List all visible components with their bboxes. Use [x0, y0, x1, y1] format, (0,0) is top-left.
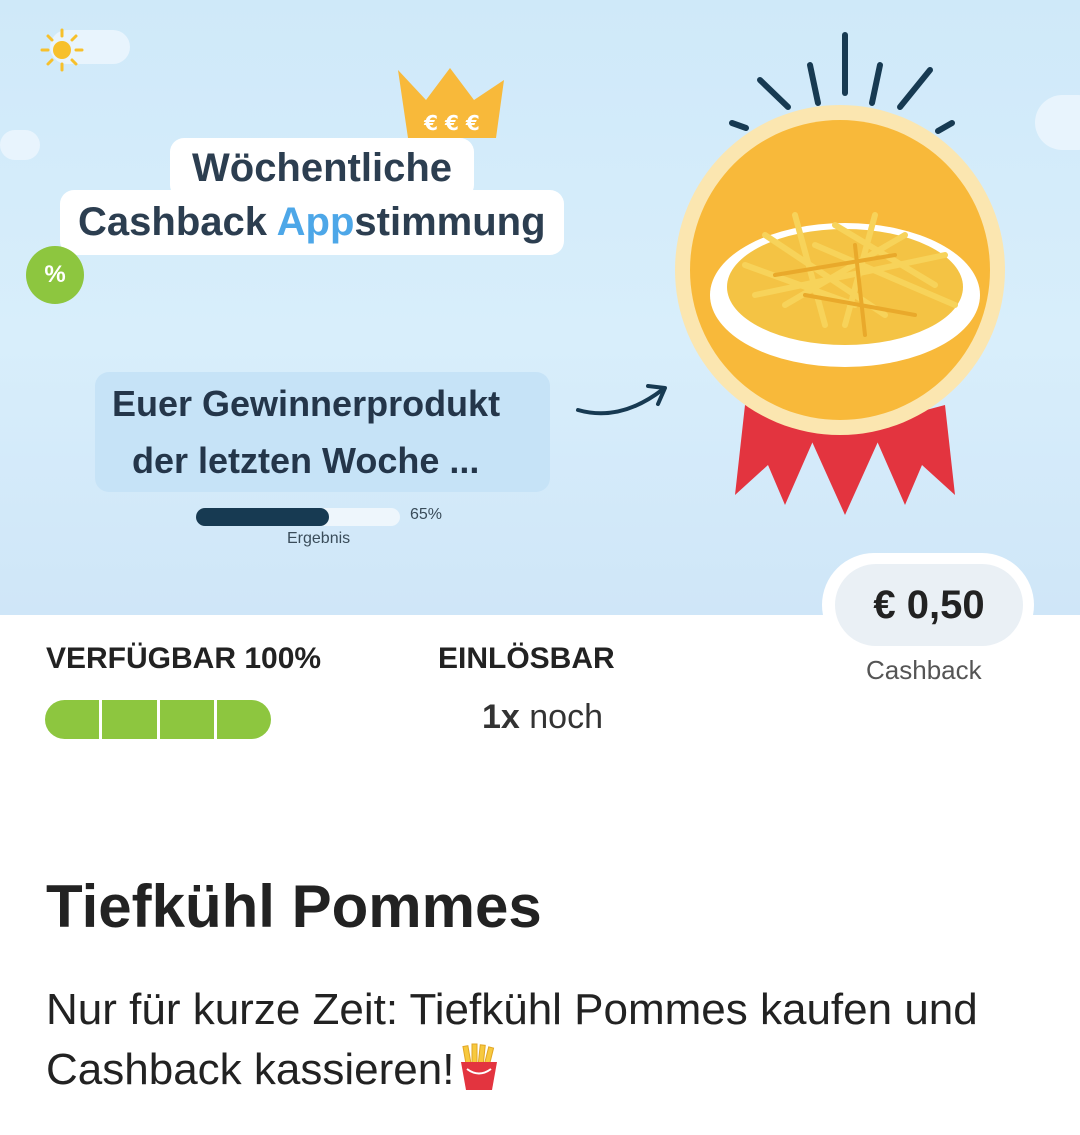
availability-segment: [102, 700, 157, 739]
redeemable-count-number: 1x: [482, 698, 520, 736]
vote-progress-fill: [196, 508, 329, 526]
winner-text-line-1: Euer Gewinnerprodukt: [112, 383, 501, 424]
redeemable-label: EINLÖSBAR: [438, 642, 615, 675]
fries-icon: [461, 1043, 498, 1090]
sun-icon: [40, 28, 84, 72]
vote-progress-caption: Ergebnis: [287, 530, 351, 547]
availability-segment: [45, 700, 100, 739]
headline-part: Cashback: [78, 200, 277, 244]
cashback-amount: € 0,50: [835, 564, 1023, 646]
headline-part: stimmung: [354, 200, 546, 244]
availability-segment: [159, 700, 214, 739]
winner-text-line-2: der letzten Woche ...: [132, 440, 480, 481]
cashback-caption: Cashback: [866, 655, 982, 685]
cloud: [0, 130, 40, 160]
headline-line-2: Cashback Appstimmung: [60, 190, 564, 255]
vote-progress-bar: [196, 508, 400, 526]
vote-progress-percent: 65%: [410, 506, 443, 523]
promo-banner: € € € Wöchentliche Cashback Appstimmung …: [0, 0, 1080, 615]
availability-label: VERFÜGBAR 100%: [46, 642, 322, 675]
redeemable-count: 1x noch: [482, 698, 603, 737]
redeemable-count-suffix: noch: [519, 698, 604, 736]
availability-segment: [216, 700, 271, 739]
crown-euro-text: € € €: [423, 111, 480, 135]
percent-badge-icon: %: [26, 246, 84, 304]
fries-icon: [710, 212, 980, 367]
headline-accent: App: [276, 200, 355, 244]
availability-bar: [45, 700, 271, 739]
product-title: Tiefkühl Pommes: [46, 873, 542, 940]
product-description-text: Nur für kurze Zeit: Tiefkühl Pommes kauf…: [46, 985, 978, 1094]
product-description: Nur für kurze Zeit: Tiefkühl Pommes kauf…: [46, 980, 1036, 1100]
cloud: [1035, 95, 1080, 150]
crown-icon: € € €: [398, 68, 504, 138]
